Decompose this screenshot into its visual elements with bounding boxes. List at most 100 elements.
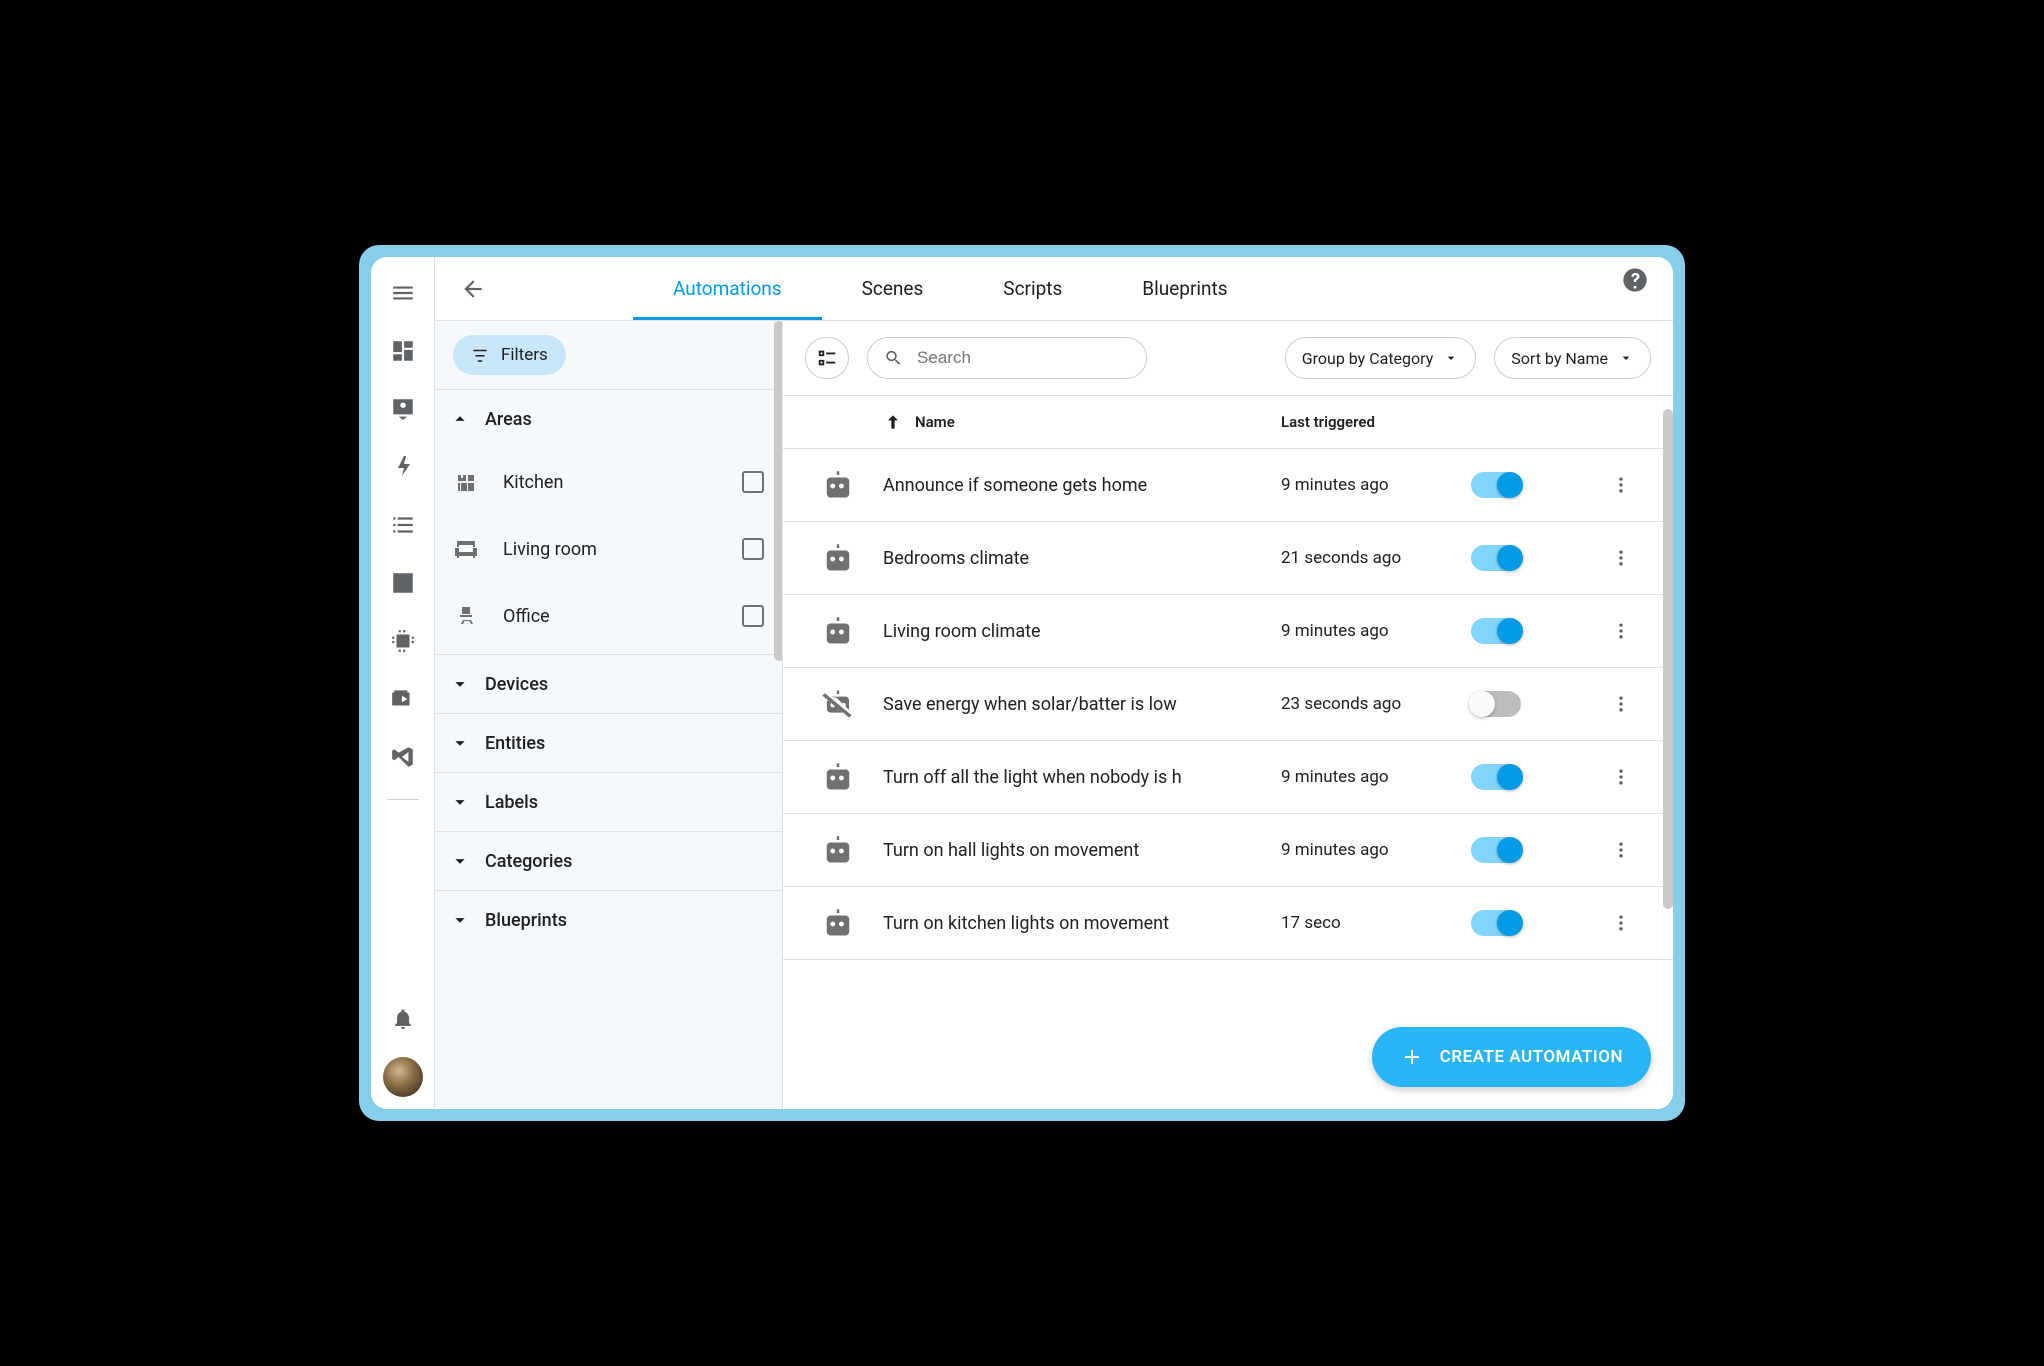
robot-icon bbox=[793, 471, 883, 499]
selection-mode-button[interactable] bbox=[805, 337, 849, 379]
scrollbar[interactable] bbox=[1663, 409, 1673, 909]
filters-chip[interactable]: Filters bbox=[453, 335, 566, 375]
row-overflow-menu[interactable] bbox=[1591, 767, 1651, 787]
checklist-icon bbox=[816, 348, 838, 368]
dots-vertical-icon bbox=[1611, 475, 1631, 495]
tab-scenes[interactable]: Scenes bbox=[822, 257, 964, 320]
automation-name: Announce if someone gets home bbox=[883, 475, 1281, 496]
area-item-kitchen[interactable]: Kitchen bbox=[439, 448, 778, 516]
chevron-down-icon bbox=[1618, 350, 1634, 366]
dots-vertical-icon bbox=[1611, 548, 1631, 568]
enable-toggle[interactable] bbox=[1471, 545, 1521, 571]
media-icon[interactable] bbox=[383, 679, 423, 719]
enable-toggle[interactable] bbox=[1471, 837, 1521, 863]
chip-icon[interactable] bbox=[383, 621, 423, 661]
checkbox[interactable] bbox=[742, 538, 764, 560]
section-header-entities[interactable]: Entities bbox=[435, 714, 782, 772]
sort-by-button[interactable]: Sort by Name bbox=[1494, 337, 1651, 379]
filters-panel: Filters Areas Kitchen bbox=[435, 321, 783, 1109]
filter-section-areas: Areas Kitchen bbox=[435, 389, 782, 654]
automation-last-triggered: 9 minutes ago bbox=[1281, 621, 1471, 641]
flash-icon[interactable] bbox=[383, 447, 423, 487]
automation-last-triggered: 9 minutes ago bbox=[1281, 767, 1471, 787]
automation-row[interactable]: Turn on kitchen lights on movement17 sec… bbox=[783, 887, 1673, 960]
topbar: Automations Scenes Scripts Blueprints bbox=[435, 257, 1673, 321]
automation-row[interactable]: Bedrooms climate21 seconds ago bbox=[783, 522, 1673, 595]
row-overflow-menu[interactable] bbox=[1591, 913, 1651, 933]
checkbox[interactable] bbox=[742, 471, 764, 493]
group-by-button[interactable]: Group by Category bbox=[1285, 337, 1477, 379]
help-icon[interactable] bbox=[1615, 260, 1655, 300]
enable-toggle[interactable] bbox=[1471, 910, 1521, 936]
automation-row[interactable]: Turn on hall lights on movement9 minutes… bbox=[783, 814, 1673, 887]
chevron-down-icon bbox=[449, 909, 471, 931]
column-header-last-triggered[interactable]: Last triggered bbox=[1281, 413, 1471, 431]
automation-name: Save energy when solar/batter is low bbox=[883, 694, 1281, 715]
robot-icon bbox=[793, 836, 883, 864]
filter-icon bbox=[471, 346, 489, 364]
user-avatar[interactable] bbox=[383, 1057, 423, 1097]
app-root: Automations Scenes Scripts Blueprints Fi… bbox=[371, 257, 1673, 1109]
nav-rail bbox=[371, 257, 435, 1109]
chevron-down-icon bbox=[449, 732, 471, 754]
dots-vertical-icon bbox=[1611, 621, 1631, 641]
chevron-down-icon bbox=[449, 673, 471, 695]
section-header-areas[interactable]: Areas bbox=[435, 390, 782, 448]
sofa-icon bbox=[453, 539, 479, 559]
list-numbered-icon[interactable] bbox=[383, 505, 423, 545]
section-header-labels[interactable]: Labels bbox=[435, 773, 782, 831]
content: Group by Category Sort by Name Name bbox=[783, 321, 1673, 1109]
chevron-down-icon bbox=[449, 850, 471, 872]
row-overflow-menu[interactable] bbox=[1591, 694, 1651, 714]
dashboard-icon[interactable] bbox=[383, 331, 423, 371]
hamburger-icon[interactable] bbox=[383, 273, 423, 313]
automation-last-triggered: 23 seconds ago bbox=[1281, 694, 1471, 714]
kitchen-icon bbox=[453, 470, 479, 494]
tab-scripts[interactable]: Scripts bbox=[963, 257, 1102, 320]
create-automation-button[interactable]: CREATE AUTOMATION bbox=[1372, 1027, 1651, 1087]
chevron-up-icon bbox=[449, 408, 471, 430]
tab-automations[interactable]: Automations bbox=[633, 257, 822, 320]
row-overflow-menu[interactable] bbox=[1591, 621, 1651, 641]
section-header-blueprints[interactable]: Blueprints bbox=[435, 891, 782, 949]
search-field[interactable] bbox=[917, 348, 1130, 368]
dots-vertical-icon bbox=[1611, 767, 1631, 787]
enable-toggle[interactable] bbox=[1471, 691, 1521, 717]
dots-vertical-icon bbox=[1611, 913, 1631, 933]
automation-row[interactable]: Save energy when solar/batter is low23 s… bbox=[783, 668, 1673, 741]
dots-vertical-icon bbox=[1611, 694, 1631, 714]
person-badge-icon[interactable] bbox=[383, 389, 423, 429]
checkbox[interactable] bbox=[742, 605, 764, 627]
automation-list: Announce if someone gets home 9 minutes a… bbox=[783, 449, 1673, 1109]
scrollbar[interactable] bbox=[774, 321, 783, 661]
row-overflow-menu[interactable] bbox=[1591, 548, 1651, 568]
column-header-name[interactable]: Name bbox=[883, 412, 1281, 432]
section-header-devices[interactable]: Devices bbox=[435, 655, 782, 713]
automation-row[interactable]: Turn off all the light when nobody is h9… bbox=[783, 741, 1673, 814]
enable-toggle[interactable] bbox=[1471, 472, 1521, 498]
chart-icon[interactable] bbox=[383, 563, 423, 603]
tab-blueprints[interactable]: Blueprints bbox=[1102, 257, 1267, 320]
row-overflow-menu[interactable] bbox=[1591, 840, 1651, 860]
automation-row[interactable]: Announce if someone gets home9 minutes a… bbox=[783, 449, 1673, 522]
back-button[interactable] bbox=[453, 269, 493, 309]
automation-row[interactable]: Living room climate9 minutes ago bbox=[783, 595, 1673, 668]
robot-icon bbox=[793, 763, 883, 791]
vscode-icon[interactable] bbox=[383, 737, 423, 777]
automation-last-triggered: 17 seco bbox=[1281, 913, 1471, 933]
automation-name: Turn on kitchen lights on movement bbox=[883, 913, 1281, 934]
search-icon bbox=[884, 347, 903, 369]
notifications-icon[interactable] bbox=[383, 999, 423, 1039]
area-item-living-room[interactable]: Living room bbox=[439, 516, 778, 582]
section-header-categories[interactable]: Categories bbox=[435, 832, 782, 890]
automation-name: Living room climate bbox=[883, 621, 1281, 642]
enable-toggle[interactable] bbox=[1471, 618, 1521, 644]
automation-last-triggered: 21 seconds ago bbox=[1281, 548, 1471, 568]
chevron-down-icon bbox=[1443, 350, 1459, 366]
plus-icon bbox=[1400, 1045, 1424, 1069]
row-overflow-menu[interactable] bbox=[1591, 475, 1651, 495]
robot-icon bbox=[793, 909, 883, 937]
enable-toggle[interactable] bbox=[1471, 764, 1521, 790]
search-input[interactable] bbox=[867, 337, 1147, 379]
area-item-office[interactable]: Office bbox=[439, 582, 778, 650]
